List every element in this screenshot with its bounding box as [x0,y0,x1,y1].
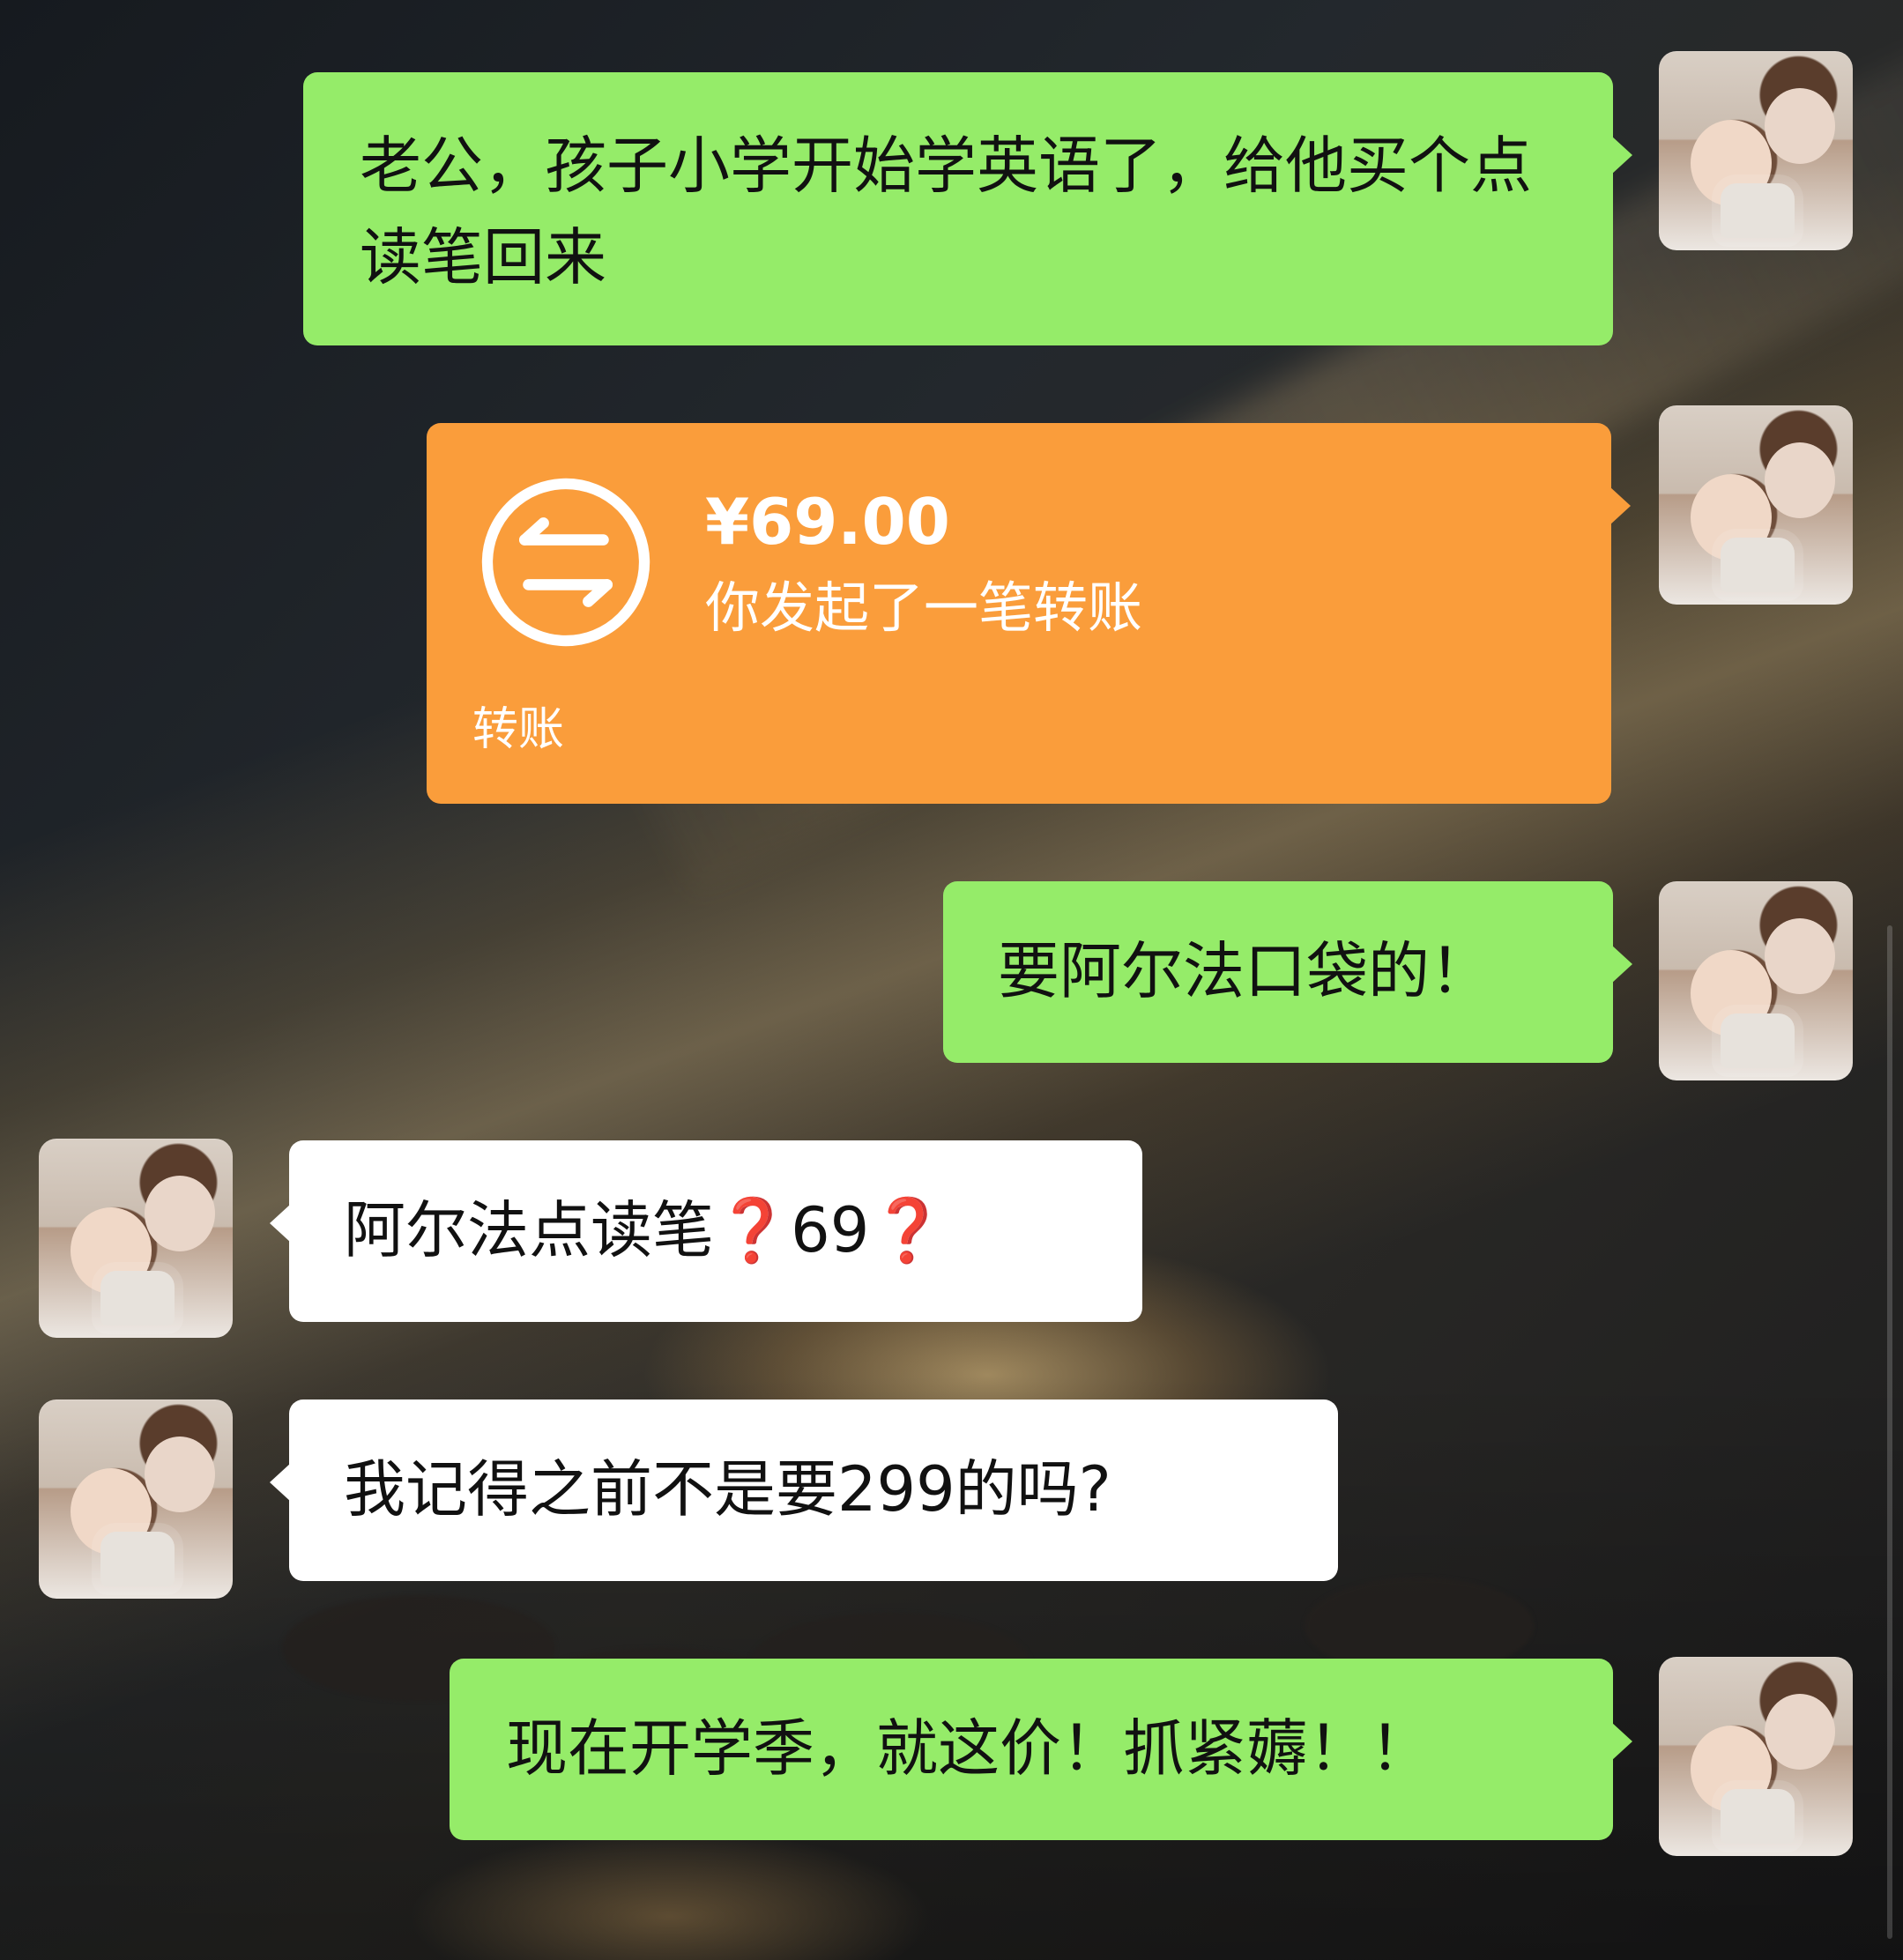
question-mark: ❓ [869,1194,947,1266]
transfer-icon [481,478,650,647]
message-text: 阿尔法点读笔❓69❓ [344,1184,1091,1276]
message-text: 我记得之前不是要299的吗? [344,1453,1111,1526]
avatar-right[interactable] [1659,881,1853,1080]
transfer-card[interactable]: ¥69.00 你发起了一笔转账 转账 [427,423,1631,804]
avatar-right[interactable] [1659,1657,1853,1856]
avatar-left[interactable] [39,1399,233,1599]
avatar-right[interactable] [1659,405,1853,605]
message-bubble[interactable]: 我记得之前不是要299的吗? [270,1399,1338,1581]
message-text: 要阿尔法口袋的！ [998,935,1491,1007]
avatar-right[interactable] [1659,51,1853,250]
message-bubble[interactable]: 现在开学季，就这价！抓紧薅！！ [450,1659,1632,1840]
message-text-part: 阿尔法点读笔 [344,1194,714,1266]
avatar-left[interactable] [39,1139,233,1338]
message-text: 现在开学季，就这价！抓紧薅！！ [506,1712,1431,1785]
chat-screen: 老公，孩子小学开始学英语了，给他买个点读笔回来 ¥69.00 你发起了一笔转账 … [0,0,1903,1960]
transfer-amount: ¥69.00 [705,485,950,559]
transfer-description: 你发起了一笔转账 [705,575,1143,640]
scrollbar[interactable] [1887,925,1892,1939]
message-bubble[interactable]: 阿尔法点读笔❓69❓ [270,1140,1142,1322]
message-bubble[interactable]: 要阿尔法口袋的！ [943,881,1632,1063]
message-text: 老公，孩子小学开始学英语了，给他买个点读笔回来 [360,130,1532,293]
question-mark: ❓ [714,1194,792,1266]
message-text-part: 69 [791,1194,870,1266]
message-bubble[interactable]: 老公，孩子小学开始学英语了，给他买个点读笔回来 [303,72,1632,345]
transfer-footer: 转账 [472,703,565,756]
